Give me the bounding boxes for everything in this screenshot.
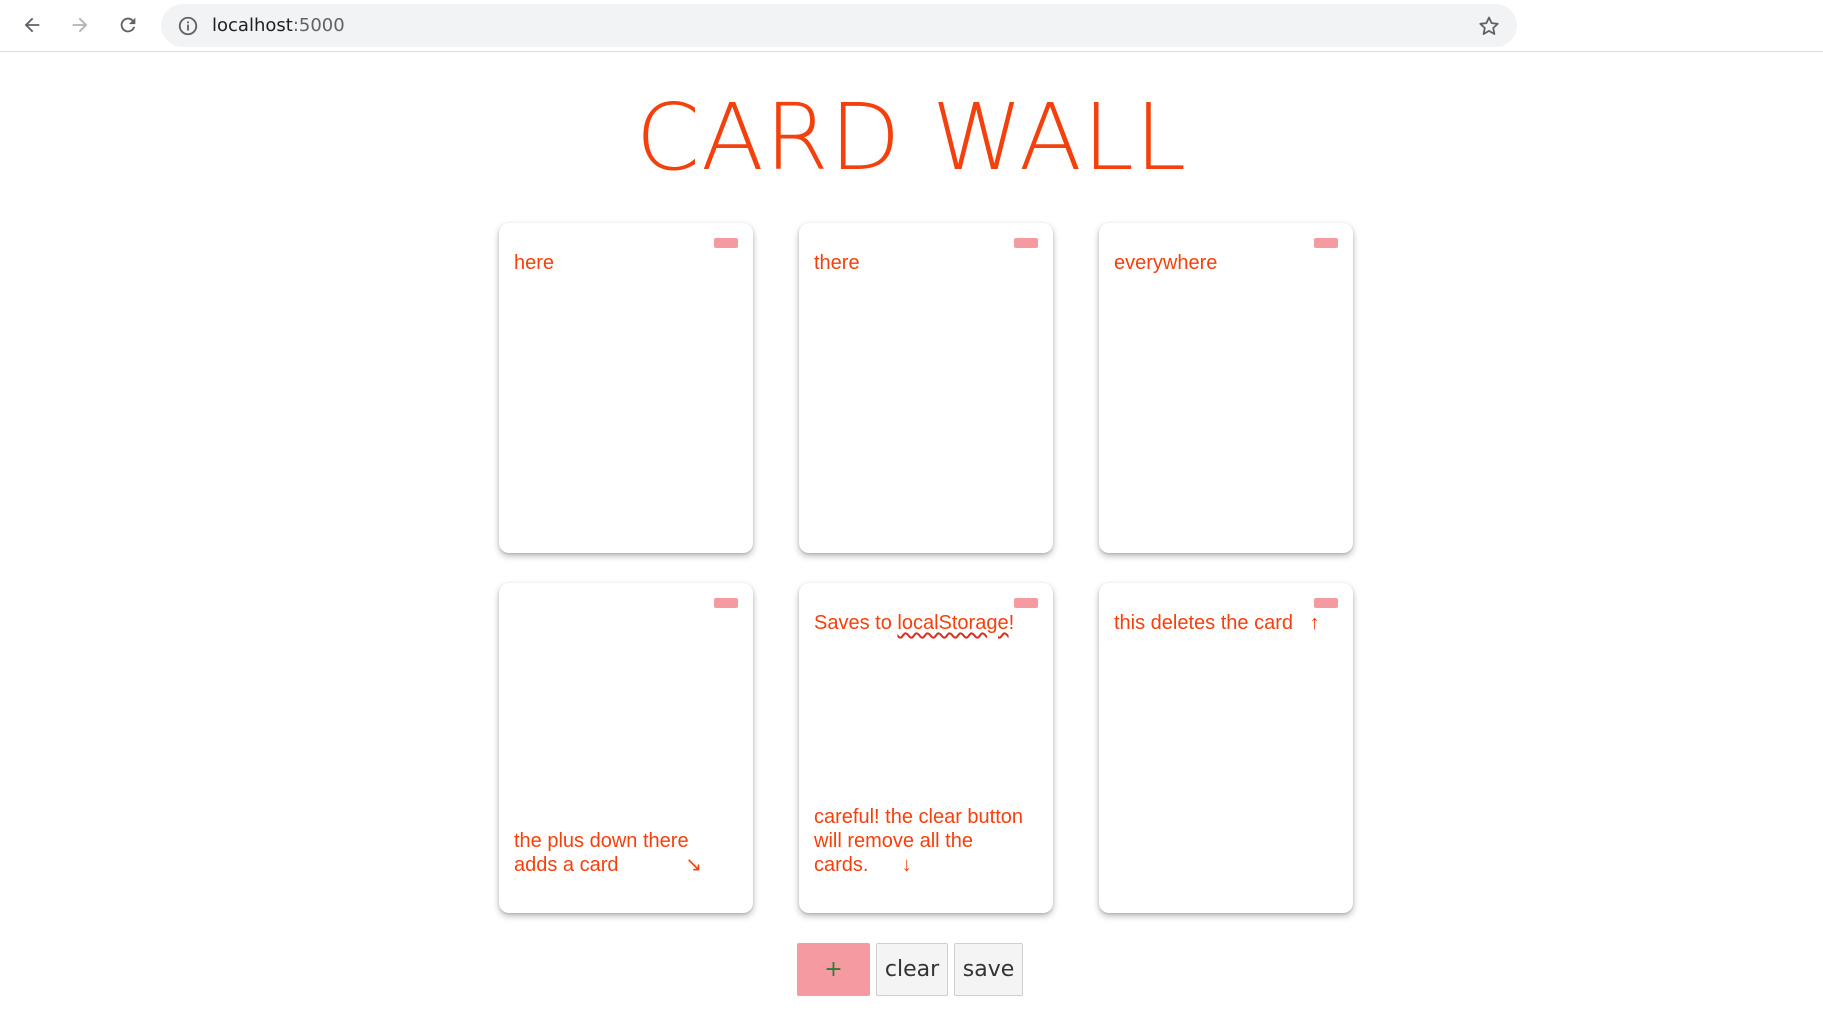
save-button[interactable]: save xyxy=(954,943,1023,996)
delete-card-button[interactable] xyxy=(714,598,738,608)
card[interactable]: this deletes the card ↑ xyxy=(1099,583,1353,913)
spellcheck-word: localStorage xyxy=(897,612,1009,634)
card[interactable]: there xyxy=(799,223,1053,553)
card-text-part: ! xyxy=(1008,612,1015,634)
delete-card-button[interactable] xyxy=(1314,238,1338,248)
card[interactable]: everywhere xyxy=(1099,223,1353,553)
card-text[interactable]: careful! the clear button will remove al… xyxy=(814,805,1038,877)
card-text[interactable]: Saves to localStorage! xyxy=(814,611,1038,635)
card-text[interactable]: here xyxy=(514,251,738,275)
delete-card-button[interactable] xyxy=(714,238,738,248)
delete-card-button[interactable] xyxy=(1314,598,1338,608)
page-title: CARD WALL xyxy=(635,84,1188,191)
card[interactable]: the plus down there adds a card ↘ xyxy=(499,583,753,913)
card-wall-page: CARD WALL here there everywhere the plus… xyxy=(0,0,1823,1027)
controls: + clear save xyxy=(797,943,1023,996)
card[interactable]: here xyxy=(499,223,753,553)
card-text[interactable]: this deletes the card ↑ xyxy=(1114,611,1338,635)
clear-button[interactable]: clear xyxy=(876,943,948,996)
card-text-part: Saves to xyxy=(814,612,898,634)
add-card-button[interactable]: + xyxy=(797,943,870,996)
card-text[interactable]: the plus down there adds a card ↘ xyxy=(514,829,738,877)
card-text[interactable]: everywhere xyxy=(1114,251,1338,275)
delete-card-button[interactable] xyxy=(1014,238,1038,248)
card[interactable]: Saves to localStorage! careful! the clea… xyxy=(799,583,1053,913)
card-text[interactable]: there xyxy=(814,251,1038,275)
delete-card-button[interactable] xyxy=(1014,598,1038,608)
